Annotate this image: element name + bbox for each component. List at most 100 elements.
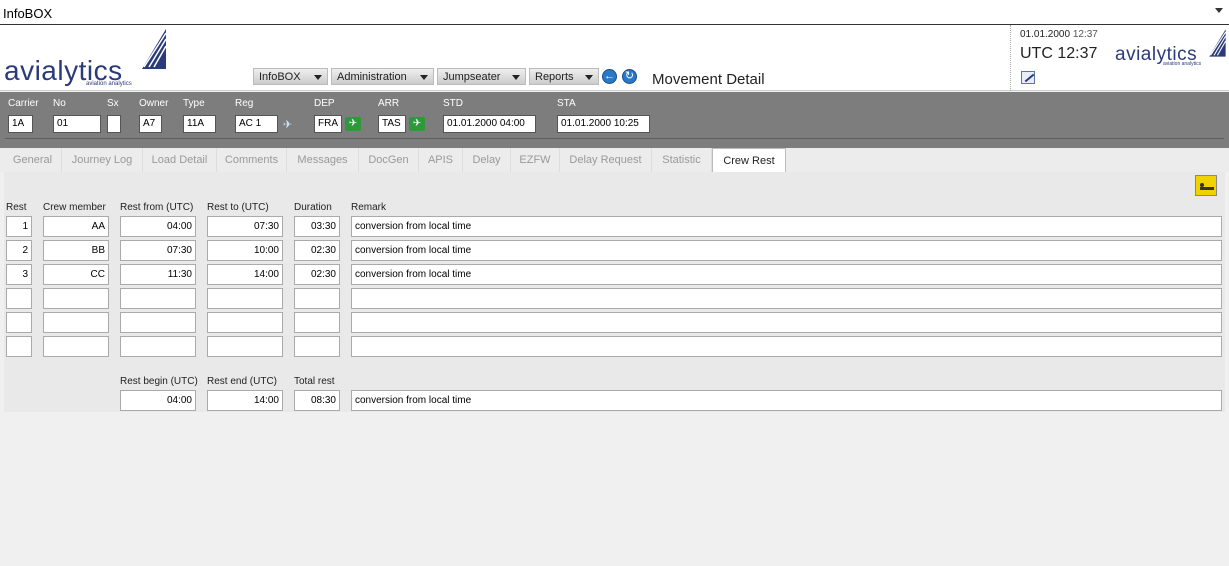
rest-to-field[interactable]: 14:00 (207, 264, 283, 285)
crew-member-field[interactable] (43, 312, 109, 333)
rest-begin-field[interactable]: 04:00 (120, 390, 196, 411)
duration-field[interactable] (294, 312, 340, 333)
crew-member-field[interactable] (43, 288, 109, 309)
tab-ezfw[interactable]: EZFW (511, 148, 560, 172)
rest-number-field[interactable] (6, 336, 32, 357)
remark-field[interactable]: conversion from local time (351, 240, 1222, 261)
current-time: 12:37 (1072, 29, 1098, 40)
duration-field[interactable] (294, 336, 340, 357)
rest-number-field[interactable] (6, 312, 32, 333)
menu-reports[interactable]: Reports (529, 68, 599, 85)
std-field[interactable]: 01.01.2000 04:00 (443, 115, 536, 133)
crew-rest-bed-icon[interactable] (1195, 175, 1217, 196)
remark-field[interactable] (351, 312, 1222, 333)
col-rest-to: Rest to (UTC) (207, 202, 269, 213)
reg-label: Reg (235, 98, 254, 109)
back-arrow-icon[interactable]: ← (602, 69, 617, 84)
logo-tail-icon (142, 29, 167, 69)
tab-docgen[interactable]: DocGen (359, 148, 419, 172)
owner-field[interactable]: A7 (139, 115, 162, 133)
remark-field[interactable]: conversion from local time (351, 216, 1222, 237)
tab-apis[interactable]: APIS (419, 148, 463, 172)
rest-from-field[interactable]: 11:30 (120, 264, 196, 285)
rest-number-field[interactable] (6, 288, 32, 309)
menu-administration[interactable]: Administration (331, 68, 434, 85)
type-field[interactable]: 11A (183, 115, 216, 133)
rest-to-field[interactable] (207, 336, 283, 357)
dep-label: DEP (314, 98, 335, 109)
tab-general[interactable]: General (4, 148, 62, 172)
sx-label: Sx (107, 98, 119, 109)
logo-sub: aviation analytics (86, 81, 132, 87)
current-date: 01.01.2000 (1020, 29, 1071, 40)
window-title: InfoBOX (3, 6, 53, 21)
rest-number-field[interactable]: 2 (6, 240, 32, 261)
duration-field[interactable]: 02:30 (294, 264, 340, 285)
crew-member-field[interactable] (43, 336, 109, 357)
tab-journey-log[interactable]: Journey Log (62, 148, 143, 172)
no-field[interactable]: 01 (53, 115, 101, 133)
rest-from-field[interactable] (120, 312, 196, 333)
rest-end-field[interactable]: 14:00 (207, 390, 283, 411)
crew-member-field[interactable]: CC (43, 264, 109, 285)
band-divider (5, 138, 1224, 139)
chevron-down-icon (420, 75, 428, 80)
title-dropdown-icon[interactable] (1215, 8, 1223, 13)
logo-tail-icon (1209, 29, 1227, 57)
col-remark: Remark (351, 202, 387, 213)
sta-field[interactable]: 01.01.2000 10:25 (557, 115, 650, 133)
edit-icon[interactable] (1021, 71, 1035, 84)
rest-from-field[interactable] (120, 288, 196, 309)
rest-number-field[interactable]: 1 (6, 216, 32, 237)
chevron-down-icon (314, 75, 322, 80)
rest-number-field[interactable]: 3 (6, 264, 32, 285)
carrier-label: Carrier (8, 98, 39, 109)
carrier-field[interactable]: 1A (8, 115, 33, 133)
rest-from-field[interactable] (120, 336, 196, 357)
remark-field[interactable]: conversion from local time (351, 264, 1222, 285)
menu-administration-label: Administration (337, 71, 407, 83)
refresh-icon[interactable]: ↻ (622, 69, 637, 84)
tab-crew-rest[interactable]: Crew Rest (712, 148, 786, 172)
owner-label: Owner (139, 98, 169, 109)
date-time-readout: 01.01.2000 12:37 (1020, 29, 1098, 40)
tab-comments[interactable]: Comments (217, 148, 287, 172)
rest-to-field[interactable] (207, 312, 283, 333)
rest-from-field[interactable]: 07:30 (120, 240, 196, 261)
crew-member-field[interactable]: BB (43, 240, 109, 261)
avialytics-logo: avialytics aviation analytics (4, 29, 169, 89)
page-title: Movement Detail (652, 71, 765, 88)
aircraft-swap-icon[interactable]: ✈ (283, 118, 292, 131)
rest-to-field[interactable] (207, 288, 283, 309)
departure-airplane-icon[interactable]: ✈ (345, 117, 361, 131)
menu-infobox[interactable]: InfoBOX (253, 68, 328, 85)
arrival-airplane-icon[interactable]: ✈ (409, 117, 425, 131)
rest-begin-label: Rest begin (UTC) (120, 376, 198, 387)
total-rest-field[interactable]: 08:30 (294, 390, 340, 411)
tab-delay[interactable]: Delay (463, 148, 511, 172)
tab-load-detail[interactable]: Load Detail (143, 148, 217, 172)
rest-to-field[interactable]: 10:00 (207, 240, 283, 261)
arr-label: ARR (378, 98, 400, 109)
duration-field[interactable] (294, 288, 340, 309)
tab-statistic[interactable]: Statistic (652, 148, 712, 172)
sx-field[interactable] (107, 115, 121, 133)
menu-infobox-label: InfoBOX (259, 71, 301, 83)
tab-messages[interactable]: Messages (287, 148, 359, 172)
total-remark-field[interactable]: conversion from local time (351, 390, 1222, 411)
remark-field[interactable] (351, 288, 1222, 309)
col-rest-from: Rest from (UTC) (120, 202, 194, 213)
menu-jumpseater[interactable]: Jumpseater (437, 68, 526, 85)
avialytics-logo-small: avialytics aviation analytics (1115, 29, 1227, 69)
crew-member-field[interactable]: AA (43, 216, 109, 237)
dep-field[interactable]: FRA (314, 115, 342, 133)
rest-from-field[interactable]: 04:00 (120, 216, 196, 237)
rest-to-field[interactable]: 07:30 (207, 216, 283, 237)
duration-field[interactable]: 02:30 (294, 240, 340, 261)
arr-field[interactable]: TAS (378, 115, 406, 133)
remark-field[interactable] (351, 336, 1222, 357)
type-label: Type (183, 98, 205, 109)
reg-field[interactable]: AC 1 (235, 115, 278, 133)
duration-field[interactable]: 03:30 (294, 216, 340, 237)
tab-delay-request[interactable]: Delay Request (560, 148, 652, 172)
